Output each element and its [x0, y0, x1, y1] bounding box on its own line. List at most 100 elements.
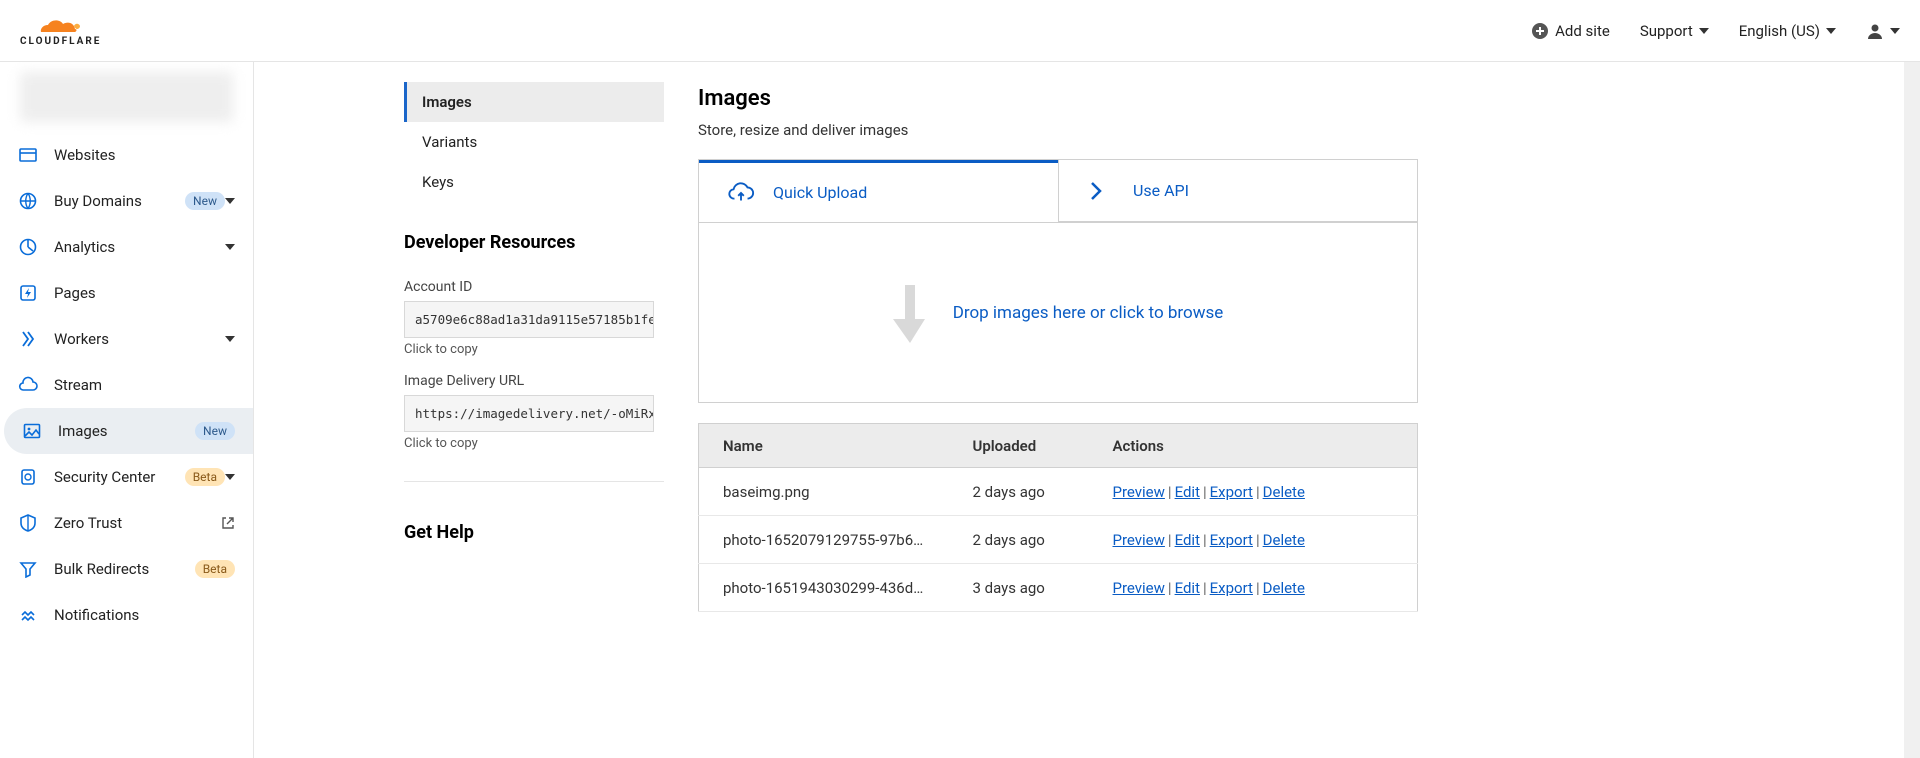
main-content: Images Store, resize and deliver images …: [664, 62, 1904, 758]
edit-link[interactable]: Edit: [1175, 483, 1200, 501]
delete-link[interactable]: Delete: [1263, 531, 1305, 549]
external-link-icon: [221, 516, 235, 530]
table-row: photo-1652079129755-97b606e2 days agoPre…: [699, 516, 1418, 564]
sidebar-item-analytics[interactable]: Analytics: [0, 224, 253, 270]
export-link[interactable]: Export: [1210, 531, 1253, 549]
upload-dropzone[interactable]: Drop images here or click to browse: [698, 223, 1418, 403]
language-menu[interactable]: English (US): [1739, 22, 1836, 40]
cell-name: baseimg.png: [699, 468, 949, 516]
analytics-icon: [18, 237, 38, 257]
sidebar-item-websites[interactable]: Websites: [0, 132, 253, 178]
subnav-item-variants[interactable]: Variants: [404, 122, 664, 162]
user-menu[interactable]: [1866, 22, 1900, 40]
arrow-down-icon: [893, 285, 923, 341]
cloud-icon: [37, 15, 85, 37]
sidebar-item-buy-domains[interactable]: Buy Domains New: [0, 178, 253, 224]
account-id-label: Account ID: [404, 279, 664, 295]
scrollbar[interactable]: [1904, 62, 1920, 758]
image-icon: [22, 421, 42, 441]
sidebar-item-stream[interactable]: Stream: [0, 362, 253, 408]
preview-link[interactable]: Preview: [1113, 579, 1165, 597]
sidebar-item-label: Buy Domains: [54, 192, 177, 210]
sidebar-item-label: Notifications: [54, 606, 235, 624]
edit-link[interactable]: Edit: [1175, 579, 1200, 597]
funnel-icon: [18, 559, 38, 579]
chevron-down-icon: [225, 198, 235, 204]
tab-label: Use API: [1133, 181, 1189, 200]
globe-icon: [18, 191, 38, 211]
sidebar-item-images[interactable]: Images New: [4, 408, 253, 454]
cloud-upload-icon: [727, 179, 755, 207]
sidebar-item-label: Images: [58, 422, 187, 440]
sidebar-item-label: Websites: [54, 146, 235, 164]
user-icon: [1866, 22, 1884, 40]
cell-name: photo-1652079129755-97b606e: [699, 516, 949, 564]
subnav-item-keys[interactable]: Keys: [404, 162, 664, 202]
tab-quick-upload[interactable]: Quick Upload: [699, 160, 1058, 222]
badge: New: [195, 422, 235, 440]
primary-sidebar: Websites Buy Domains New Analytics Pages Work…: [0, 62, 254, 758]
sidebar-item-label: Workers: [54, 330, 225, 348]
chevron-down-icon: [225, 336, 235, 342]
window-icon: [18, 145, 38, 165]
chevron-down-icon: [1890, 28, 1900, 34]
cell-actions: Preview|Edit|Export|Delete: [1089, 516, 1418, 564]
cell-name: photo-1651943030299-436dac28: [699, 564, 949, 612]
cloudflare-logo[interactable]: CLOUDFLARE: [20, 15, 101, 47]
sidebar-item-label: Security Center: [54, 468, 177, 486]
bell-icon: [18, 605, 38, 625]
images-table: Name Uploaded Actions baseimg.png2 days …: [698, 423, 1418, 612]
badge: New: [185, 192, 225, 210]
table-row: photo-1651943030299-436dac283 days agoPr…: [699, 564, 1418, 612]
page-title: Images: [698, 86, 1864, 111]
badge: Beta: [195, 560, 235, 578]
tab-label: Quick Upload: [773, 183, 867, 202]
delivery-url-label: Image Delivery URL: [404, 373, 664, 389]
badge: Beta: [185, 468, 225, 486]
cloud-icon: [18, 375, 38, 395]
export-link[interactable]: Export: [1210, 483, 1253, 501]
delete-link[interactable]: Delete: [1263, 579, 1305, 597]
delete-link[interactable]: Delete: [1263, 483, 1305, 501]
sidebar-item-bulk-redirects[interactable]: Bulk Redirects Beta: [0, 546, 253, 592]
sidebar-item-label: Zero Trust: [54, 514, 215, 532]
workers-icon: [18, 329, 38, 349]
copy-hint: Click to copy: [404, 342, 664, 357]
tab-use-api[interactable]: Use API: [1058, 160, 1417, 222]
add-site-button[interactable]: Add site: [1531, 22, 1610, 40]
sidebar-item-label: Bulk Redirects: [54, 560, 187, 578]
chevron-down-icon: [1826, 28, 1836, 34]
cell-uploaded: 3 days ago: [949, 564, 1089, 612]
copy-hint: Click to copy: [404, 436, 664, 451]
preview-link[interactable]: Preview: [1113, 483, 1165, 501]
sidebar-item-label: Analytics: [54, 238, 225, 256]
plus-circle-icon: [1531, 22, 1549, 40]
account-selector[interactable]: [20, 72, 233, 122]
cell-actions: Preview|Edit|Export|Delete: [1089, 468, 1418, 516]
subnav-item-images[interactable]: Images: [404, 82, 664, 122]
upload-tabs: Quick Upload Use API: [698, 159, 1418, 223]
cell-actions: Preview|Edit|Export|Delete: [1089, 564, 1418, 612]
top-bar: CLOUDFLARE Add site Support English (US): [0, 0, 1920, 62]
sidebar-item-notifications[interactable]: Notifications: [0, 592, 253, 638]
sidebar-item-zero-trust[interactable]: Zero Trust: [0, 500, 253, 546]
export-link[interactable]: Export: [1210, 579, 1253, 597]
page-subtitle: Store, resize and deliver images: [698, 121, 1864, 139]
col-name: Name: [699, 424, 949, 468]
sidebar-item-pages[interactable]: Pages: [0, 270, 253, 316]
sidebar-item-workers[interactable]: Workers: [0, 316, 253, 362]
bolt-icon: [18, 283, 38, 303]
support-menu[interactable]: Support: [1640, 22, 1709, 40]
preview-link[interactable]: Preview: [1113, 531, 1165, 549]
delivery-url-value[interactable]: https://imagedelivery.net/-oMiRxTr: [404, 395, 654, 432]
chevron-right-icon: [1087, 177, 1115, 205]
sidebar-item-label: Pages: [54, 284, 235, 302]
secondary-nav: ImagesVariantsKeys Developer Resources A…: [404, 62, 664, 758]
edit-link[interactable]: Edit: [1175, 531, 1200, 549]
table-row: baseimg.png2 days agoPreview|Edit|Export…: [699, 468, 1418, 516]
zerotrust-icon: [18, 513, 38, 533]
account-id-value[interactable]: a5709e6c88ad1a31da9115e57185b1fe: [404, 301, 654, 338]
developer-resources-heading: Developer Resources: [404, 202, 664, 271]
sidebar-item-security-center[interactable]: Security Center Beta: [0, 454, 253, 500]
col-uploaded: Uploaded: [949, 424, 1089, 468]
